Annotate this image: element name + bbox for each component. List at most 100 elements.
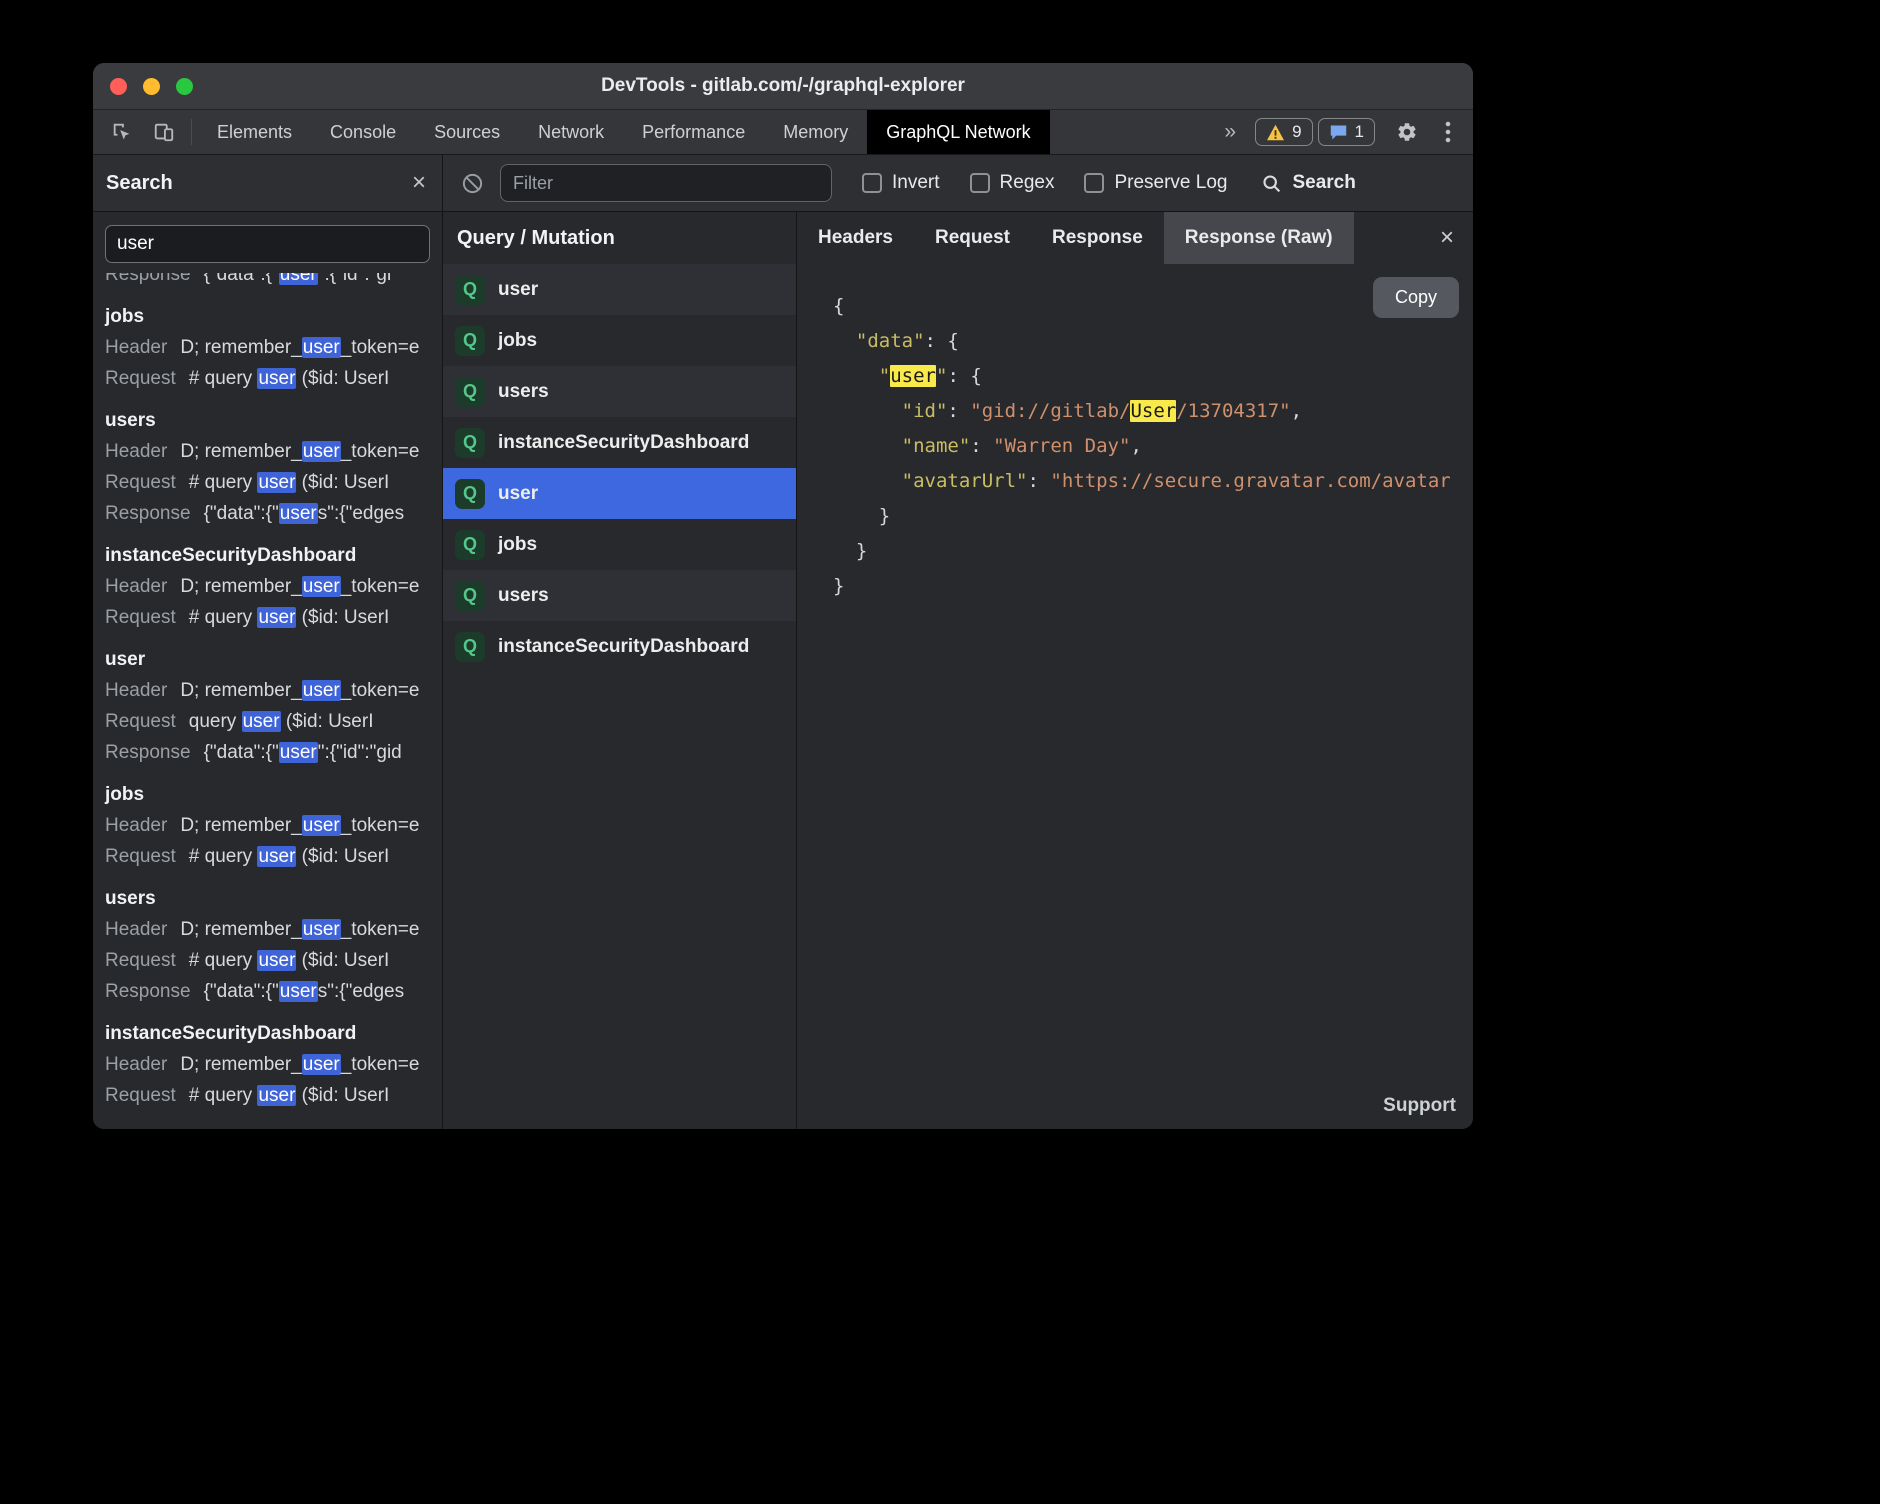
search-result-line[interactable]: Requestquery user ($id: UserI xyxy=(105,706,442,737)
query-row-instancesecuritydashboard[interactable]: QinstanceSecurityDashboard xyxy=(443,621,796,672)
devtools-tab-console[interactable]: Console xyxy=(311,110,415,154)
search-result-line[interactable]: Request# query user ($id: UserI xyxy=(105,841,442,872)
zoom-window-button[interactable] xyxy=(176,78,193,95)
search-match-highlight: user xyxy=(302,576,341,597)
regex-checkbox-box[interactable] xyxy=(970,173,990,193)
settings-gear-icon[interactable] xyxy=(1390,116,1424,148)
json-line: } xyxy=(833,569,1473,604)
search-result-title[interactable]: users xyxy=(105,883,442,914)
search-results-panel: Response{"data":{"user":{"id":"gijobsHea… xyxy=(93,212,443,1129)
search-result-line[interactable]: HeaderD; remember_user_token=e xyxy=(105,571,442,602)
messages-badge[interactable]: 1 xyxy=(1318,118,1375,146)
search-result-title[interactable]: jobs xyxy=(105,301,442,332)
search-result-text: ($id: UserI xyxy=(296,950,389,971)
search-result-title[interactable]: instanceSecurityDashboard xyxy=(105,1018,442,1049)
filter-input[interactable] xyxy=(500,164,832,202)
detail-tab-response[interactable]: Response xyxy=(1031,212,1164,264)
devtools-tab-sources[interactable]: Sources xyxy=(415,110,519,154)
search-result-line[interactable]: Request# query user ($id: UserI xyxy=(105,1080,442,1111)
search-result-text: s":{"edges xyxy=(318,981,404,1002)
search-icon xyxy=(1261,173,1282,194)
detail-close-icon[interactable]: × xyxy=(1421,212,1473,264)
query-row-users[interactable]: Qusers xyxy=(443,366,796,417)
search-result-line-kind: Request xyxy=(105,846,176,867)
search-result-title[interactable]: jobs xyxy=(105,779,442,810)
search-result-text: D; remember_ xyxy=(180,337,301,358)
devtools-tab-memory[interactable]: Memory xyxy=(764,110,867,154)
close-window-button[interactable] xyxy=(110,78,127,95)
query-row-users[interactable]: Qusers xyxy=(443,570,796,621)
query-row-instancesecuritydashboard[interactable]: QinstanceSecurityDashboard xyxy=(443,417,796,468)
search-match-highlight: user xyxy=(890,365,936,387)
warnings-badge[interactable]: 9 xyxy=(1255,118,1312,146)
minimize-window-button[interactable] xyxy=(143,78,160,95)
search-result-line[interactable]: HeaderD; remember_user_token=e xyxy=(105,675,442,706)
search-result-line[interactable]: Request# query user ($id: UserI xyxy=(105,945,442,976)
devtools-tab-elements[interactable]: Elements xyxy=(198,110,311,154)
support-link[interactable]: Support xyxy=(1383,1095,1456,1117)
copy-button[interactable]: Copy xyxy=(1373,277,1459,318)
search-result-text: {"data":{" xyxy=(204,503,279,524)
query-type-badge: Q xyxy=(455,530,485,560)
clear-log-icon[interactable] xyxy=(461,172,484,195)
json-line: } xyxy=(833,534,1473,569)
search-result-instancesecuritydashboard: instanceSecurityDashboardHeaderD; rememb… xyxy=(105,540,442,633)
query-row-label: user xyxy=(498,483,538,505)
query-row-jobs[interactable]: Qjobs xyxy=(443,519,796,570)
detail-tab-request[interactable]: Request xyxy=(914,212,1031,264)
search-result-title[interactable]: user xyxy=(105,644,442,675)
search-result-line-kind: Response xyxy=(105,503,191,524)
search-result-line-kind: Header xyxy=(105,1054,167,1075)
search-result-line[interactable]: HeaderD; remember_user_token=e xyxy=(105,914,442,945)
json-token: "id" xyxy=(902,400,948,422)
inspect-element-icon[interactable] xyxy=(105,116,139,148)
search-result-line-kind: Request xyxy=(105,1085,176,1106)
search-result-line[interactable]: HeaderD; remember_user_token=e xyxy=(105,332,442,363)
search-result-line[interactable]: Request# query user ($id: UserI xyxy=(105,363,442,394)
invert-checkbox-label: Invert xyxy=(892,172,940,194)
search-result-line[interactable]: HeaderD; remember_user_token=e xyxy=(105,1049,442,1080)
search-result-line-kind: Header xyxy=(105,815,167,836)
search-result-line[interactable]: Response{"data":{"user":{"id":"gid xyxy=(105,737,442,768)
network-filter-bar: Invert Regex Preserve Log Search xyxy=(443,155,1473,211)
search-result-line[interactable]: Response{"data":{"users":{"edges xyxy=(105,498,442,529)
query-row-user[interactable]: Quser xyxy=(443,264,796,315)
search-result-text: D; remember_ xyxy=(180,1054,301,1075)
json-token xyxy=(833,365,879,387)
search-result-line[interactable]: Request# query user ($id: UserI xyxy=(105,602,442,633)
search-result-text: ($id: UserI xyxy=(296,846,389,867)
detail-tab-headers[interactable]: Headers xyxy=(797,212,914,264)
checkbox-invert[interactable]: Invert xyxy=(862,172,940,194)
toolbar-search[interactable]: Search xyxy=(1261,172,1355,194)
checkbox-preserve-log[interactable]: Preserve Log xyxy=(1084,172,1227,194)
json-token xyxy=(833,435,902,457)
detail-tab-response-raw[interactable]: Response (Raw) xyxy=(1164,212,1354,264)
search-result-line[interactable]: Request# query user ($id: UserI xyxy=(105,467,442,498)
search-result-line[interactable]: Response{"data":{"users":{"edges xyxy=(105,976,442,1007)
query-type-badge: Q xyxy=(455,377,485,407)
search-result-title[interactable]: instanceSecurityDashboard xyxy=(105,540,442,571)
toolbar-divider xyxy=(191,119,192,145)
device-toolbar-icon[interactable] xyxy=(147,116,181,148)
search-result-line[interactable]: HeaderD; remember_user_token=e xyxy=(105,436,442,467)
checkbox-regex[interactable]: Regex xyxy=(970,172,1055,194)
search-result-instancesecuritydashboard: instanceSecurityDashboard Header D; rememb… xyxy=(105,1018,442,1111)
kebab-menu-icon[interactable] xyxy=(1439,116,1457,148)
devtools-tab-performance[interactable]: Performance xyxy=(623,110,764,154)
query-row-user[interactable]: Quser xyxy=(443,468,796,519)
invert-checkbox-box[interactable] xyxy=(862,173,882,193)
search-input[interactable] xyxy=(105,225,430,263)
search-result-line[interactable]: Response{"data":{"user":{"id":"gi xyxy=(105,273,442,290)
query-row-jobs[interactable]: Qjobs xyxy=(443,315,796,366)
search-result-line[interactable]: HeaderD; remember_user_token=e xyxy=(105,810,442,841)
search-result-title[interactable]: users xyxy=(105,405,442,436)
devtools-tab-network[interactable]: Network xyxy=(519,110,623,154)
preserve-log-checkbox-box[interactable] xyxy=(1084,173,1104,193)
search-panel-close-icon[interactable]: × xyxy=(412,171,426,195)
search-match-highlight: user xyxy=(257,368,296,389)
search-result-users: usersHeaderD; remember_user_token=eReque… xyxy=(105,883,442,1007)
traffic-lights xyxy=(110,63,193,109)
search-match-highlight: user xyxy=(302,441,341,462)
more-tabs-icon[interactable]: » xyxy=(1220,120,1240,144)
devtools-tab-graphql-network[interactable]: GraphQL Network xyxy=(867,110,1049,154)
